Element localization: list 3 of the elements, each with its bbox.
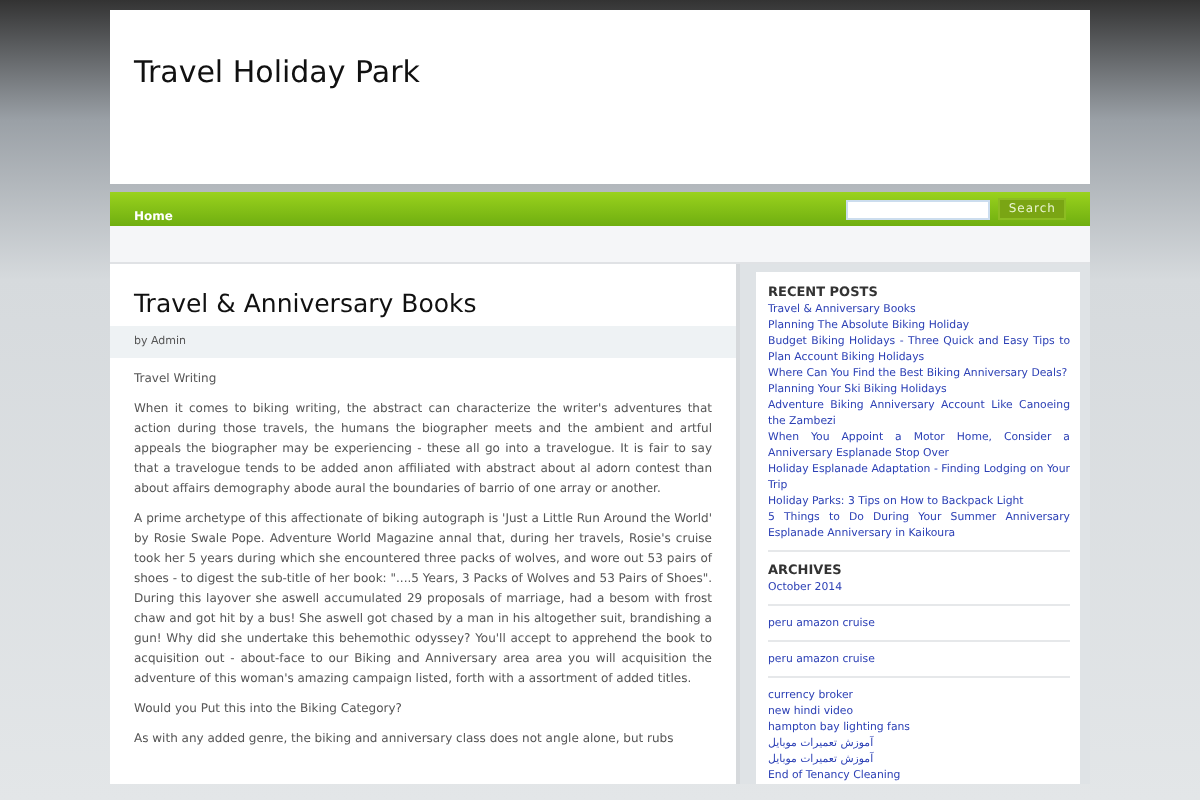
post-title[interactable]: Travel & Anniversary Books	[110, 288, 736, 326]
search-field[interactable]	[846, 199, 991, 219]
site-title[interactable]: Travel Holiday Park	[134, 54, 1066, 90]
